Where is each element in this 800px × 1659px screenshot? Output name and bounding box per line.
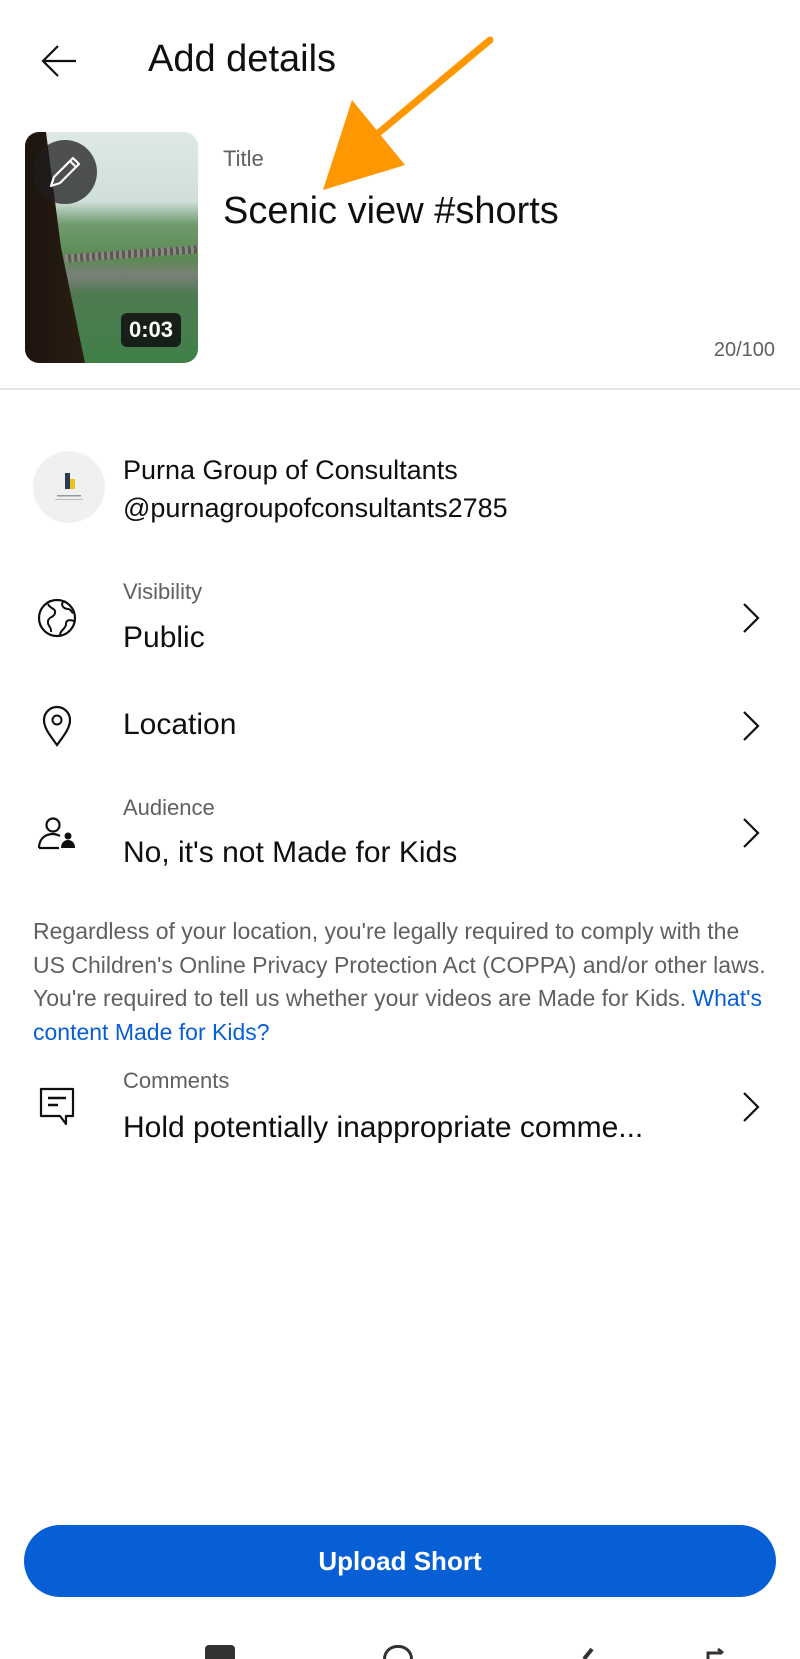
disclaimer-text: Regardless of your location, you're lega…	[33, 918, 766, 1011]
annotation-arrow	[323, 36, 494, 190]
coppa-disclaimer: Regardless of your location, you're lega…	[33, 915, 773, 1049]
channel-name: Purna Group of Consultants	[123, 455, 458, 485]
back-nav-icon[interactable]	[570, 1645, 600, 1659]
recent-apps-icon[interactable]	[205, 1645, 235, 1659]
location-row[interactable]	[0, 690, 800, 765]
pencil-icon	[49, 156, 81, 188]
back-arrow-icon[interactable]	[38, 40, 80, 82]
visibility-label: Visibility	[123, 579, 203, 604]
location-pin-icon	[42, 705, 72, 747]
chevron-right-icon	[743, 711, 760, 741]
video-duration: 0:03	[121, 313, 182, 347]
chevron-right-icon	[743, 1092, 760, 1122]
chevron-right-icon	[743, 603, 760, 633]
divider	[0, 388, 800, 390]
channel-handle: @purnagroupofconsultants2785	[123, 493, 508, 523]
audience-icon	[37, 817, 75, 850]
channel-avatar	[33, 451, 105, 523]
comments-value: Hold potentially inappropriate comme...	[123, 1111, 644, 1144]
title-char-counter: 20/100	[713, 339, 775, 361]
chevron-right-icon	[743, 818, 760, 848]
channel-logo-icon	[55, 473, 83, 500]
visibility-row[interactable]	[0, 570, 800, 660]
home-icon[interactable]	[383, 1645, 413, 1659]
visibility-value: Public	[123, 621, 205, 654]
upload-short-button[interactable]: Upload Short	[24, 1525, 776, 1597]
rotate-icon[interactable]	[700, 1645, 730, 1659]
location-value: Location	[123, 708, 237, 741]
comments-label: Comments	[123, 1068, 230, 1093]
globe-icon	[37, 598, 77, 638]
audience-label: Audience	[123, 795, 215, 820]
comment-icon	[39, 1087, 75, 1126]
edit-thumbnail-button[interactable]	[33, 140, 97, 204]
title-label: Title	[223, 146, 264, 171]
audience-value: No, it's not Made for Kids	[123, 836, 458, 869]
